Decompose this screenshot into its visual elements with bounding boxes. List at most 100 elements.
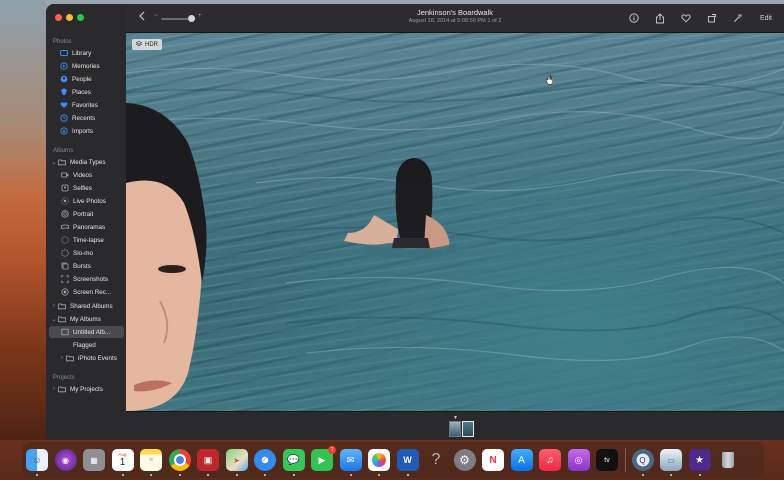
photo-viewer[interactable]: HDR — [126, 33, 784, 411]
sidebar-item-untitled-album[interactable]: Untitled Alb... — [49, 326, 124, 338]
facetime-badge: 1 — [328, 446, 336, 454]
sidebar-item-label: Untitled Alb... — [73, 328, 111, 336]
dock-chrome[interactable] — [168, 449, 191, 476]
sidebar-item-label: Selfies — [73, 184, 92, 192]
dock-tv[interactable]: tv — [596, 449, 618, 471]
places-icon — [59, 88, 68, 97]
sidebar-item-label: iPhoto Events — [78, 354, 117, 362]
dock-photo-booth[interactable]: ▣ — [197, 449, 219, 476]
dock-notes[interactable]: ≡ — [140, 449, 162, 476]
sidebar-item-time-lapse[interactable]: Time-lapse — [60, 234, 130, 246]
info-icon[interactable] — [628, 12, 640, 24]
toolbar-actions: Edit — [628, 12, 772, 24]
sidebar-item-my-projects[interactable]: › My Projects — [51, 383, 121, 395]
sidebar-item-screenshots[interactable]: Screenshots — [60, 273, 130, 285]
time-lapse-icon — [60, 236, 69, 245]
folder-icon — [57, 302, 66, 311]
dock-safari[interactable]: ⟋ — [254, 449, 276, 476]
panorama-icon — [60, 223, 69, 232]
trash-icon — [722, 452, 734, 468]
edit-button[interactable]: Edit — [760, 15, 772, 22]
dock-news[interactable]: N — [482, 449, 504, 471]
sidebar-item-videos[interactable]: Videos — [60, 169, 130, 181]
sidebar-item-memories[interactable]: Memories — [53, 60, 123, 72]
favorite-heart-icon[interactable] — [680, 12, 692, 24]
sidebar-item-label: My Albums — [70, 315, 101, 323]
dock-photos[interactable] — [368, 449, 390, 476]
photos-window: Photos Library Memories People Places Fa… — [46, 4, 784, 440]
dock-music[interactable]: ♫ — [539, 449, 561, 471]
dock-quicktime[interactable]: Q — [631, 449, 654, 476]
dock-calendar[interactable]: Aug 1 — [111, 449, 134, 476]
finder-icon: ☺ — [32, 455, 42, 465]
sidebar-item-library[interactable]: Library — [53, 47, 123, 59]
window-controls — [55, 14, 84, 21]
magic-wand-icon[interactable] — [732, 12, 744, 24]
sidebar-item-shared-albums[interactable]: › Shared Albums — [51, 300, 121, 312]
dock-preview[interactable]: ▭ — [660, 449, 682, 476]
dock-launchpad[interactable]: ▦ — [83, 449, 105, 471]
sidebar-item-recents[interactable]: Recents — [53, 112, 123, 124]
desktop-wallpaper — [0, 0, 46, 440]
share-icon[interactable] — [654, 12, 666, 24]
sidebar-item-live-photos[interactable]: Live Photos — [60, 195, 130, 207]
siri-icon: ◉ — [62, 455, 69, 465]
app-store-icon: A — [518, 454, 525, 466]
close-button[interactable] — [55, 14, 62, 21]
dock-help[interactable]: ? — [425, 449, 447, 471]
rotate-icon[interactable] — [706, 12, 718, 24]
star-icon: ★ — [695, 454, 704, 466]
sidebar-item-imports[interactable]: Imports — [53, 125, 123, 137]
sidebar-item-my-albums[interactable]: ⌄ My Albums — [51, 313, 121, 325]
dock-maps[interactable]: ➤ — [225, 449, 248, 476]
toolbar: − + Jenkinson's Boardwalk August 18, 201… — [126, 4, 784, 33]
folder-icon — [65, 354, 74, 363]
section-projects-header: Projects — [53, 375, 75, 381]
sidebar-item-label: Portrait — [73, 210, 94, 218]
thumbnail-selected[interactable] — [462, 421, 474, 437]
music-note-icon: ♫ — [546, 454, 554, 466]
dock-mail[interactable]: ✉ — [339, 449, 362, 476]
gear-icon: ⚙ — [459, 453, 470, 467]
news-icon: N — [489, 454, 497, 466]
dock-siri[interactable]: ◉ — [54, 449, 77, 471]
dock-messages[interactable]: 💬 — [282, 449, 305, 476]
sidebar-item-panoramas[interactable]: Panoramas — [60, 221, 130, 233]
sidebar-item-label: Slo-mo — [73, 249, 93, 257]
sidebar-item-portrait[interactable]: Portrait — [60, 208, 130, 220]
dock-system-preferences[interactable]: ⚙ — [453, 449, 476, 471]
sidebar-item-selfies[interactable]: Selfies — [60, 182, 130, 194]
photos-flower-icon — [372, 453, 386, 467]
filmstrip: ▼ — [126, 411, 784, 440]
sidebar-item-iphoto-events[interactable]: › iPhoto Events — [59, 352, 129, 364]
sidebar-item-screen-recordings[interactable]: Screen Rec... — [60, 286, 130, 298]
photo-booth-icon: ▣ — [203, 454, 213, 465]
dock-imovie[interactable]: ★ — [688, 449, 711, 476]
sidebar-item-slo-mo[interactable]: Slo-mo — [60, 247, 130, 259]
dock-podcasts[interactable]: ◎ — [567, 449, 590, 471]
screenshot-icon — [60, 275, 69, 284]
dock-trash[interactable] — [717, 449, 739, 471]
dock-facetime[interactable]: ▶ 1 — [311, 446, 336, 471]
sidebar-item-media-types[interactable]: ⌄ Media Types — [51, 156, 121, 168]
dock-app-store[interactable]: A — [510, 449, 533, 471]
dock-finder[interactable]: ☺ — [26, 449, 48, 476]
folder-icon — [57, 158, 66, 167]
album-icon — [60, 328, 69, 337]
sidebar-item-people[interactable]: People — [53, 73, 123, 85]
dock-word[interactable]: W — [396, 449, 419, 476]
sidebar-item-favorites[interactable]: Favorites — [53, 99, 123, 111]
minimize-button[interactable] — [66, 14, 73, 21]
folder-icon — [57, 385, 66, 394]
sidebar-item-label: Videos — [73, 171, 93, 179]
question-mark-icon: ? — [431, 451, 441, 468]
sidebar: Photos Library Memories People Places Fa… — [46, 4, 127, 440]
sidebar-item-bursts[interactable]: Bursts — [60, 260, 130, 272]
sidebar-item-places[interactable]: Places — [53, 86, 123, 98]
swimmer-figure — [344, 158, 456, 258]
sidebar-item-flagged[interactable]: Flagged — [60, 339, 130, 351]
fullscreen-button[interactable] — [77, 14, 84, 21]
maps-icon: ➤ — [233, 455, 240, 465]
video-icon — [60, 171, 69, 180]
thumbnail[interactable] — [449, 421, 461, 437]
